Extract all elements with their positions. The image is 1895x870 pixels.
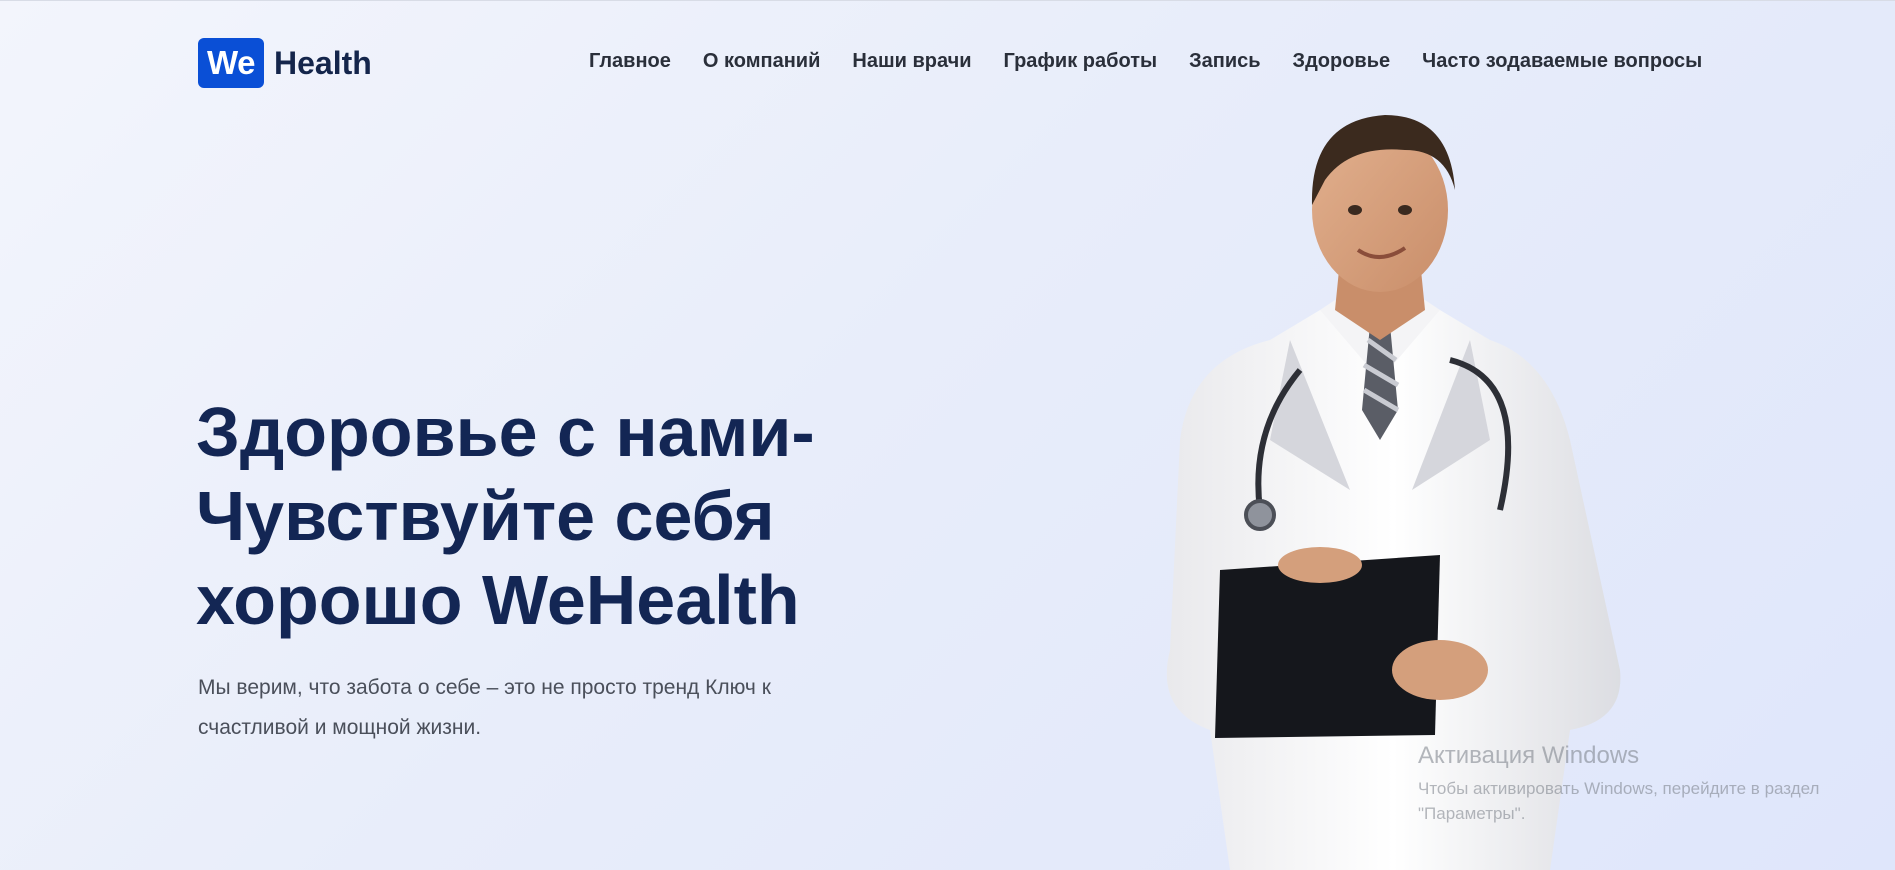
nav-item-schedule[interactable]: График работы [1004,50,1158,73]
hero-description: Мы верим, что забота о себе – это не про… [198,668,838,748]
logo-text: Health [274,44,372,81]
nav-item-doctors[interactable]: Наши врачи [852,50,971,73]
hero-title-line: хорошо WeHealth [196,561,800,639]
hero-description-line: счастливой и мощной жизни. [198,716,482,739]
nav-item-appointment[interactable]: Запись [1189,50,1260,73]
nav-item-health[interactable]: Здоровье [1293,50,1391,73]
hero-title: Здоровье с нами- Чувствуйте себя хорошо … [196,390,876,642]
nav-item-home[interactable]: Главное [589,50,671,73]
hero-description-line: Мы верим, что забота о себе – это не про… [198,676,771,699]
top-divider [0,0,1895,1]
logo[interactable]: We Health [198,38,372,88]
watermark-title: Активация Windows [1418,742,1640,769]
watermark-line: "Параметры". [1418,804,1526,823]
main-nav: Главное О компаний Наши врачи График раб… [589,50,1702,73]
watermark-text: Чтобы активировать Windows, перейдите в … [1418,776,1819,826]
watermark-line: Чтобы активировать Windows, перейдите в … [1418,779,1820,798]
site-header: We Health Главное О компаний Наши врачи … [198,38,1702,88]
nav-item-about[interactable]: О компаний [703,50,820,73]
hero-title-line: Чувствуйте себя [196,477,775,555]
logo-mark: We [198,38,264,88]
nav-item-faq[interactable]: Часто зодаваемые вопросы [1422,50,1702,73]
windows-activation-watermark: Активация Windows Чтобы активировать Win… [1418,742,1819,826]
hero-title-line: Здоровье с нами- [196,393,815,471]
